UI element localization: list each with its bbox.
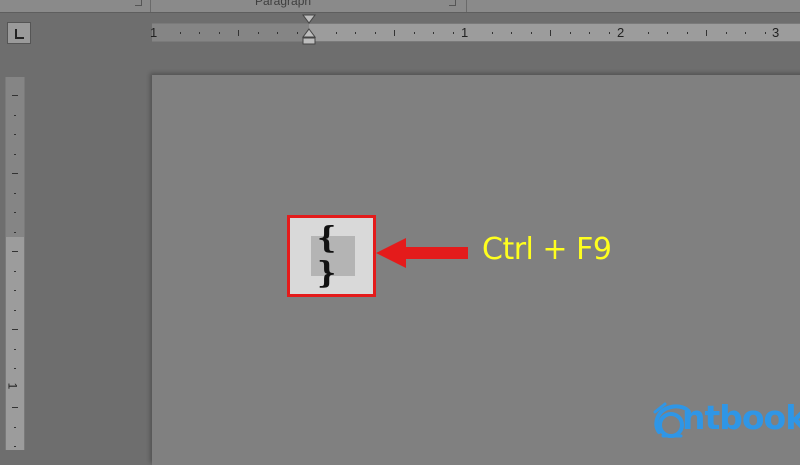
- ribbon-separator: [150, 0, 151, 12]
- ruler-tick: [764, 32, 766, 34]
- ruler-tick: [725, 32, 727, 34]
- ruler-tick: [491, 32, 493, 34]
- ruler-tick: [179, 32, 181, 34]
- ruler-tick: [12, 407, 18, 408]
- ruler-tick: [374, 32, 376, 34]
- ruler-tick: [14, 134, 16, 135]
- ruler-tick: [530, 32, 532, 34]
- ruler-tick: [589, 32, 590, 34]
- ribbon-group-label: Paragraph: [255, 0, 312, 8]
- ruler-tick: [12, 173, 18, 174]
- left-tab-stop-icon: [15, 29, 24, 39]
- ruler-tick: [14, 212, 16, 213]
- font-dialog-launcher-icon[interactable]: [135, 0, 142, 6]
- ruler-tick: [433, 32, 434, 34]
- ruler-tick: [14, 368, 16, 369]
- ruler-number: 1: [461, 25, 469, 40]
- ruler-tick: [355, 32, 356, 34]
- ruler-number: 2: [617, 25, 625, 40]
- left-arrow-icon: [376, 238, 468, 268]
- ruler-tick: [14, 114, 16, 116]
- ribbon-strip: Paragraph: [0, 0, 800, 13]
- ruler-tick: [14, 426, 16, 428]
- ruler-tick: [14, 270, 16, 272]
- tab-selector-button[interactable]: [7, 22, 31, 44]
- ruler-tick: [335, 32, 337, 34]
- ruler-top-margin: [6, 77, 24, 237]
- ruler-left-margin: [152, 24, 309, 41]
- ruler-tick: [511, 32, 512, 34]
- brand-logo: ntbook: [651, 398, 800, 444]
- hanging-indent-marker-icon[interactable]: [302, 14, 316, 50]
- vertical-ruler[interactable]: 1: [5, 77, 25, 450]
- ruler-number: 3: [772, 25, 780, 40]
- ruler-tick: [14, 192, 16, 194]
- ruler-tick: [14, 231, 16, 233]
- field-code-braces[interactable]: { }: [311, 221, 355, 291]
- ruler-number: 1: [150, 25, 158, 40]
- ruler-tick: [667, 32, 668, 34]
- field-code-highlight-box: { }: [287, 215, 376, 297]
- ruler-tick: [218, 32, 220, 34]
- ruler-tick: [686, 32, 688, 34]
- ruler-tick: [706, 30, 707, 36]
- shortcut-annotation: Ctrl + F9: [482, 232, 612, 267]
- ruler-tick: [452, 32, 454, 34]
- ruler-tick: [296, 32, 298, 34]
- ruler-tick: [608, 32, 610, 34]
- ruler-tick: [12, 251, 18, 252]
- paragraph-dialog-launcher-icon[interactable]: [449, 0, 456, 6]
- ruler-tick: [257, 32, 259, 34]
- ruler-tick: [550, 30, 551, 36]
- ruler-tick: [238, 30, 239, 36]
- logo-wordmark: ntbook: [682, 398, 800, 437]
- ruler-tick: [14, 153, 16, 155]
- ribbon-separator: [466, 0, 467, 12]
- ruler-tick: [14, 290, 16, 291]
- ruler-tick: [14, 309, 16, 311]
- ruler-tick: [14, 348, 16, 350]
- horizontal-ruler[interactable]: 1 1 2 3: [150, 23, 800, 42]
- ruler-tick: [277, 32, 278, 34]
- ruler-tick: [12, 95, 18, 96]
- ruler-tick: [14, 446, 16, 447]
- ruler-tick: [569, 32, 571, 34]
- ruler-tick: [647, 32, 649, 34]
- ruler-tick: [413, 32, 415, 34]
- ruler-number: 1: [5, 382, 20, 390]
- ruler-tick: [394, 30, 395, 36]
- ruler-tick: [12, 329, 18, 330]
- ruler-tick: [745, 32, 746, 34]
- ruler-tick: [199, 32, 200, 34]
